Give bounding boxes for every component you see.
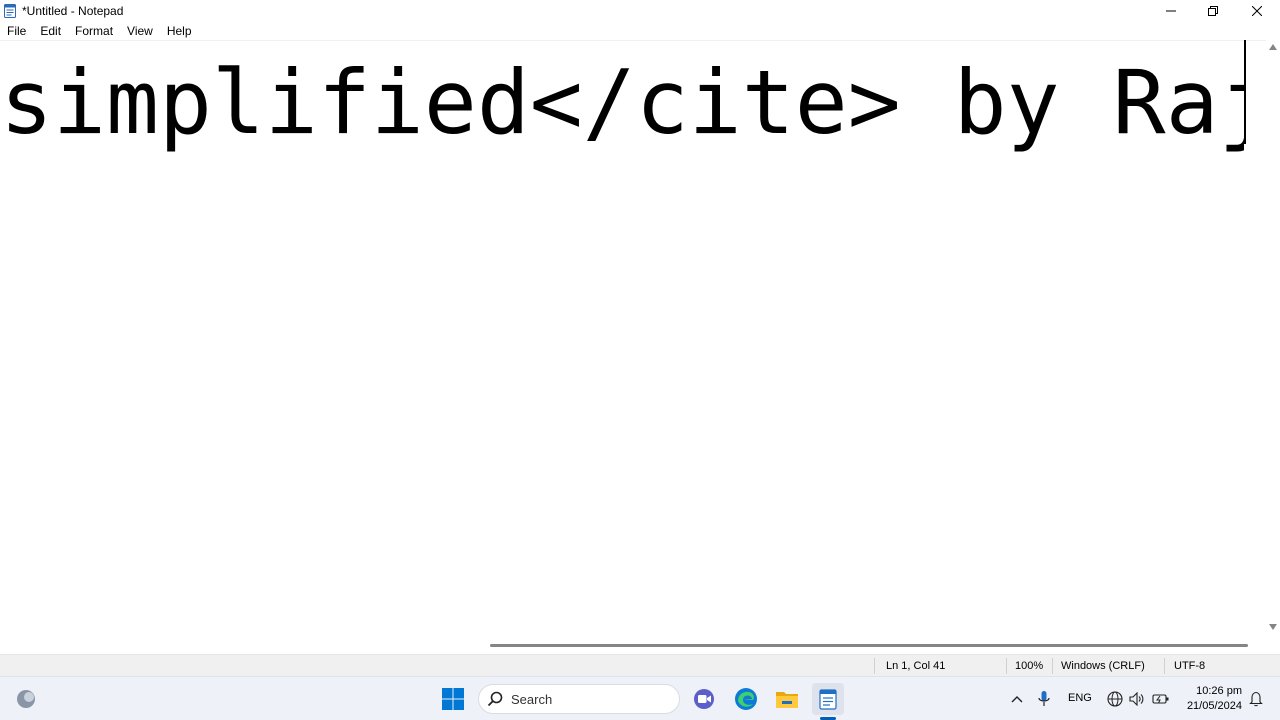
edge-icon — [735, 688, 757, 710]
notepad-icon — [819, 689, 837, 710]
menu-file[interactable]: File — [0, 22, 33, 40]
search-icon — [487, 691, 503, 707]
taskbar-meet[interactable] — [688, 683, 720, 715]
status-separator — [1164, 658, 1165, 674]
menu-help[interactable]: Help — [160, 22, 199, 40]
battery-button[interactable] — [1148, 683, 1174, 715]
status-bar: Ln 1, Col 41 100% Windows (CRLF) UTF-8 — [0, 654, 1280, 676]
start-icon — [442, 688, 464, 710]
taskbar: Search ENG 10:26 pm 21/05/2024 — [0, 676, 1280, 720]
meet-icon — [694, 689, 714, 709]
status-separator — [1052, 658, 1053, 674]
notepad-window: *Untitled - Notepad File Edit Format Vie… — [0, 0, 1280, 676]
title-bar[interactable]: *Untitled - Notepad — [0, 0, 1280, 22]
vertical-scrollbar[interactable] — [1266, 40, 1280, 638]
taskbar-clock[interactable]: 10:26 pm 21/05/2024 — [1180, 684, 1242, 714]
scroll-down-icon[interactable] — [1269, 624, 1277, 630]
text-editor[interactable]: simplified</cite> by Raji — [0, 40, 1266, 638]
speaker-icon — [1129, 692, 1144, 706]
menu-bar: File Edit Format View Help — [0, 22, 199, 40]
chevron-up-icon — [1011, 696, 1023, 703]
cursor-position: Ln 1, Col 41 — [886, 660, 946, 672]
restore-button[interactable] — [1190, 0, 1236, 22]
scroll-up-icon[interactable] — [1269, 44, 1277, 50]
notifications-button[interactable] — [1244, 683, 1268, 715]
show-hidden-icons-button[interactable] — [1002, 683, 1032, 715]
horizontal-scroll-thumb[interactable] — [490, 644, 1248, 647]
input-language[interactable]: ENG — [1068, 692, 1092, 704]
horizontal-scrollbar[interactable] — [0, 638, 1266, 654]
taskbar-edge[interactable] — [730, 683, 762, 715]
clock-date: 21/05/2024 — [1186, 700, 1242, 712]
start-button[interactable] — [437, 683, 469, 715]
close-icon — [1252, 6, 1262, 16]
menu-edit[interactable]: Edit — [33, 22, 68, 40]
weather-icon — [17, 690, 35, 708]
status-separator — [874, 658, 875, 674]
globe-icon — [1107, 691, 1123, 707]
editor-text[interactable]: simplified</cite> by Raji — [0, 53, 1244, 153]
widgets-button[interactable] — [10, 683, 42, 715]
scrollbar-corner — [1266, 638, 1280, 654]
taskbar-notepad[interactable] — [812, 683, 844, 715]
status-separator — [1006, 658, 1007, 674]
bell-icon — [1249, 691, 1263, 707]
notepad-app-icon[interactable] — [4, 3, 16, 18]
line-ending: Windows (CRLF) — [1061, 660, 1145, 672]
zoom-level: 100% — [1015, 660, 1044, 672]
window-title: *Untitled - Notepad — [22, 4, 124, 18]
menu-view[interactable]: View — [120, 22, 160, 40]
text-caret — [1244, 40, 1246, 144]
taskbar-search[interactable]: Search — [478, 684, 680, 714]
encoding: UTF-8 — [1174, 660, 1206, 672]
menu-format[interactable]: Format — [68, 22, 120, 40]
clock-time: 10:26 pm — [1196, 685, 1242, 697]
close-button[interactable] — [1234, 0, 1280, 22]
battery-icon — [1152, 694, 1169, 704]
minimize-button[interactable] — [1148, 0, 1194, 22]
search-label: Search — [511, 691, 553, 707]
restore-icon — [1208, 6, 1218, 16]
minimize-icon — [1166, 10, 1176, 12]
microphone-icon — [1038, 691, 1050, 706]
taskbar-file-explorer[interactable] — [771, 683, 803, 715]
volume-button[interactable] — [1124, 683, 1150, 715]
microphone-button[interactable] — [1030, 683, 1058, 715]
file-explorer-icon — [776, 692, 798, 708]
